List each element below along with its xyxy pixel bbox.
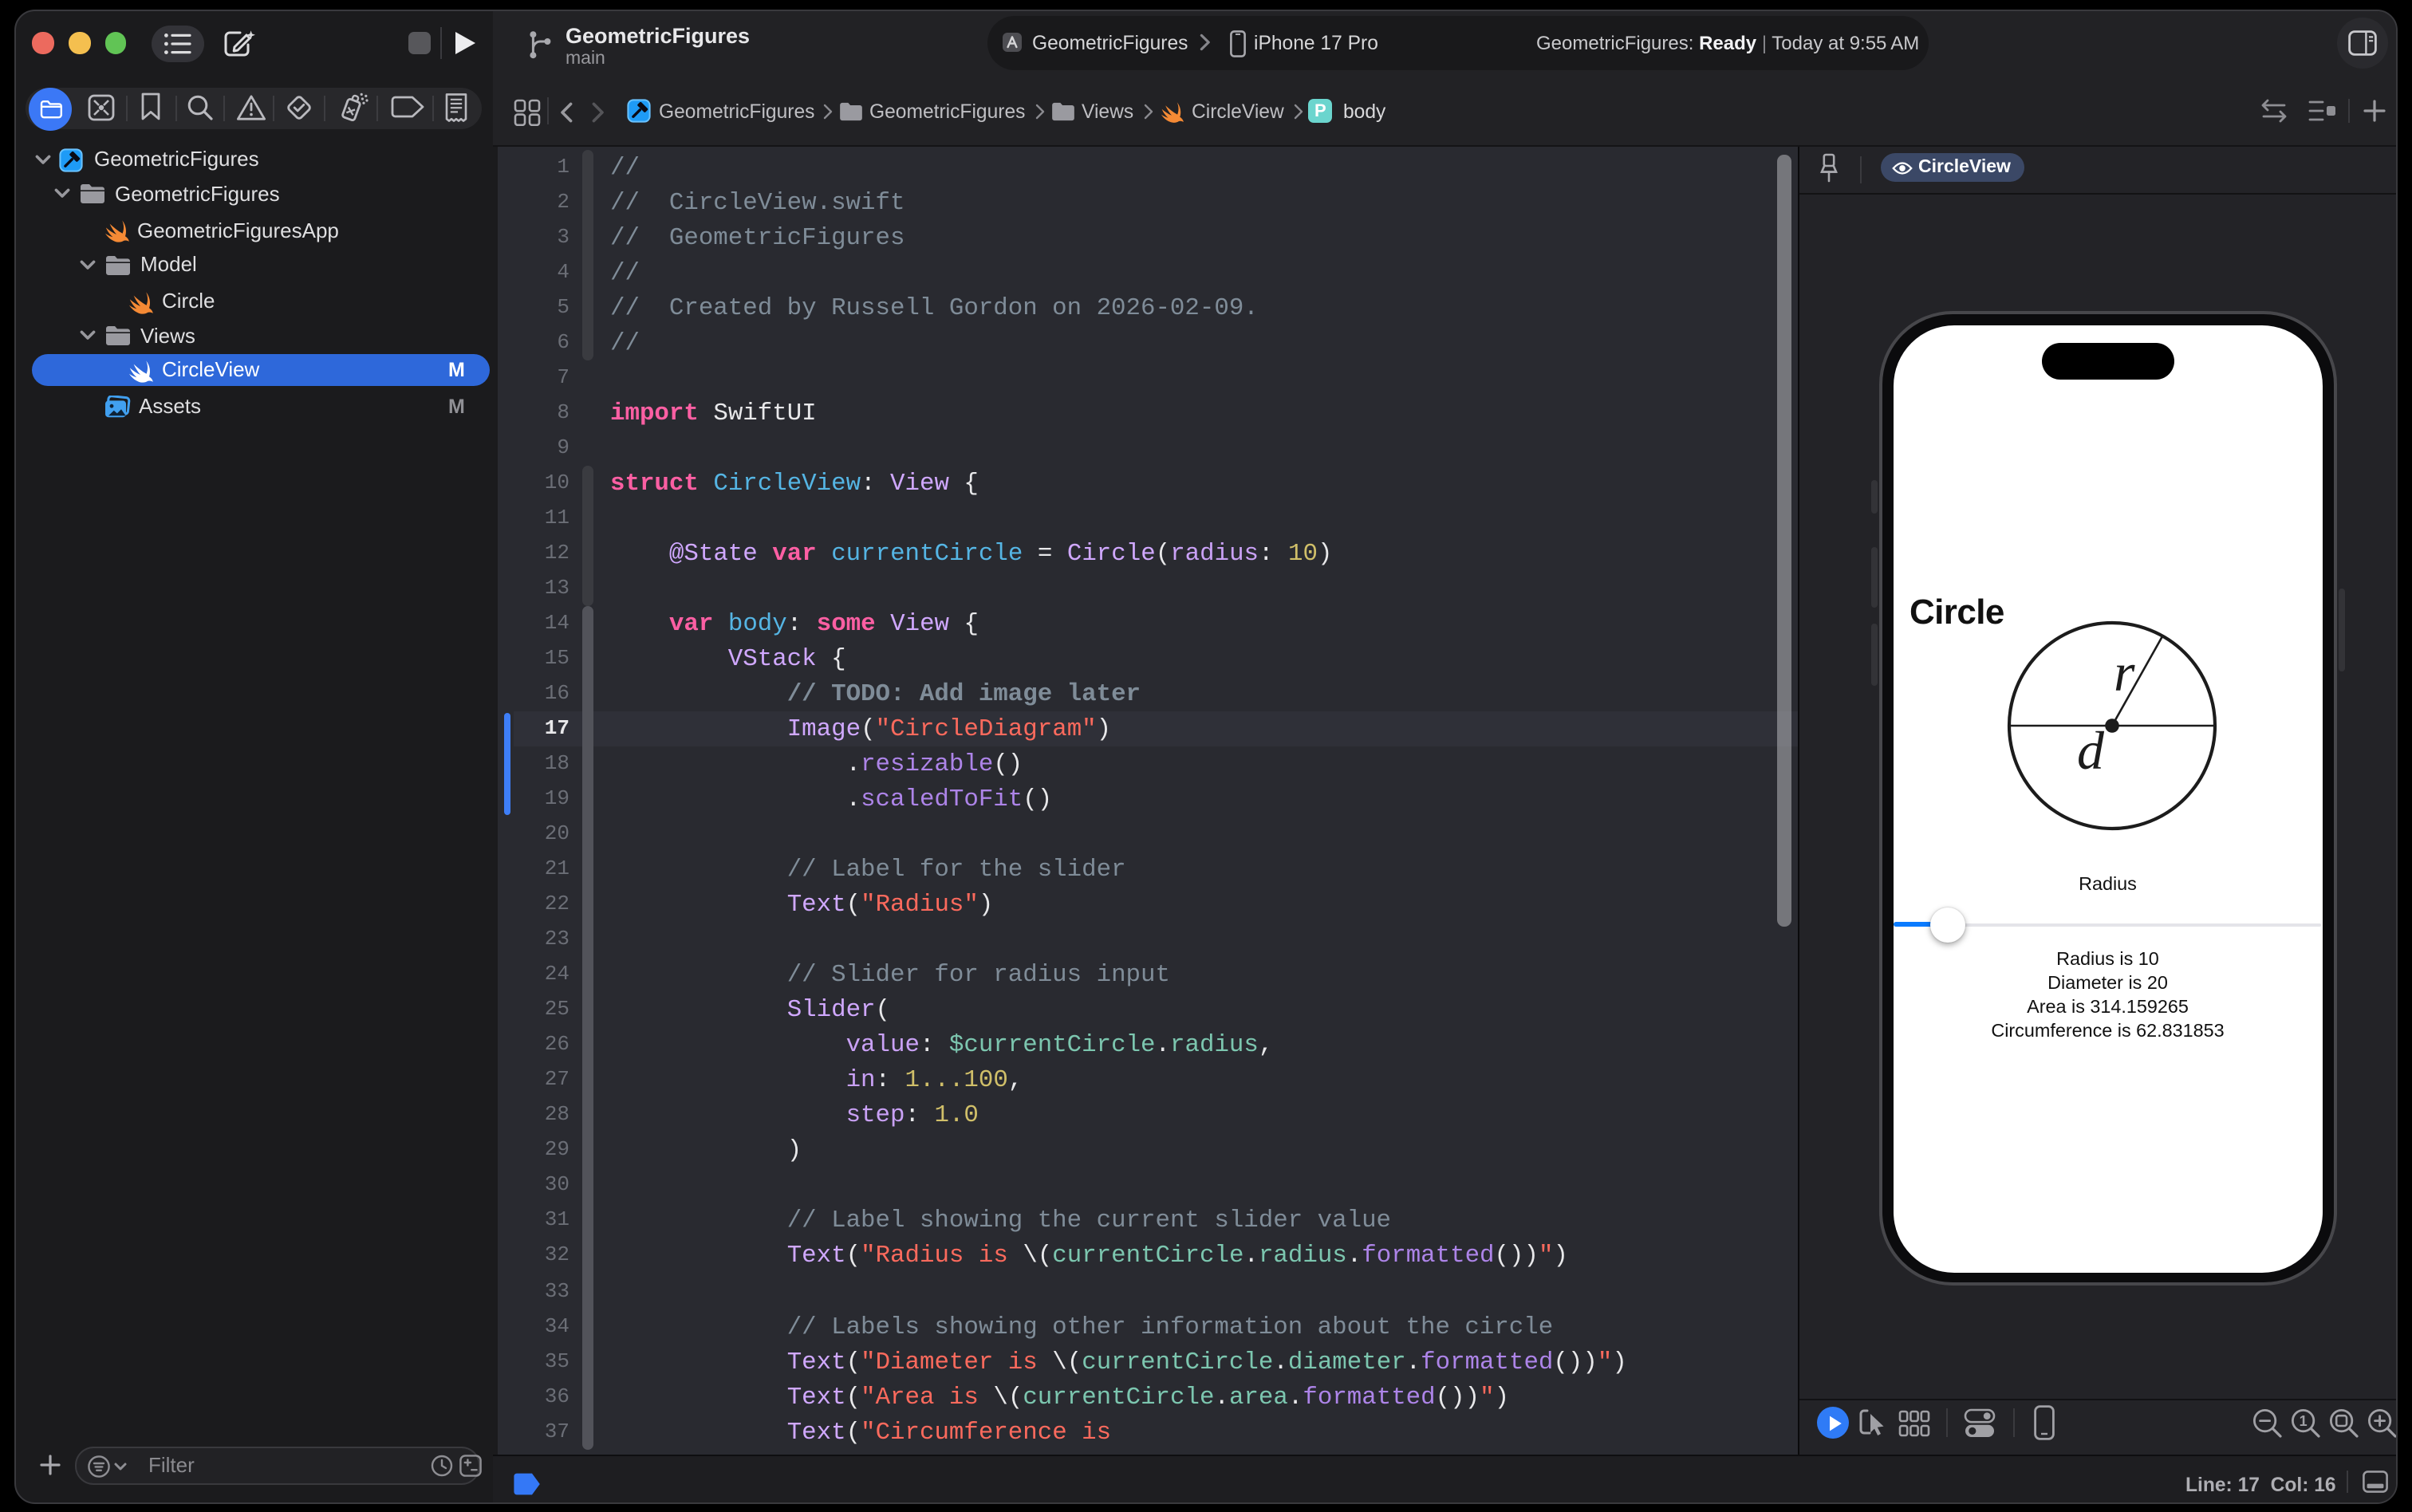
svg-text:1: 1 [2300, 1413, 2308, 1429]
svg-text:r: r [2114, 642, 2135, 703]
svg-text:d: d [2077, 720, 2105, 781]
